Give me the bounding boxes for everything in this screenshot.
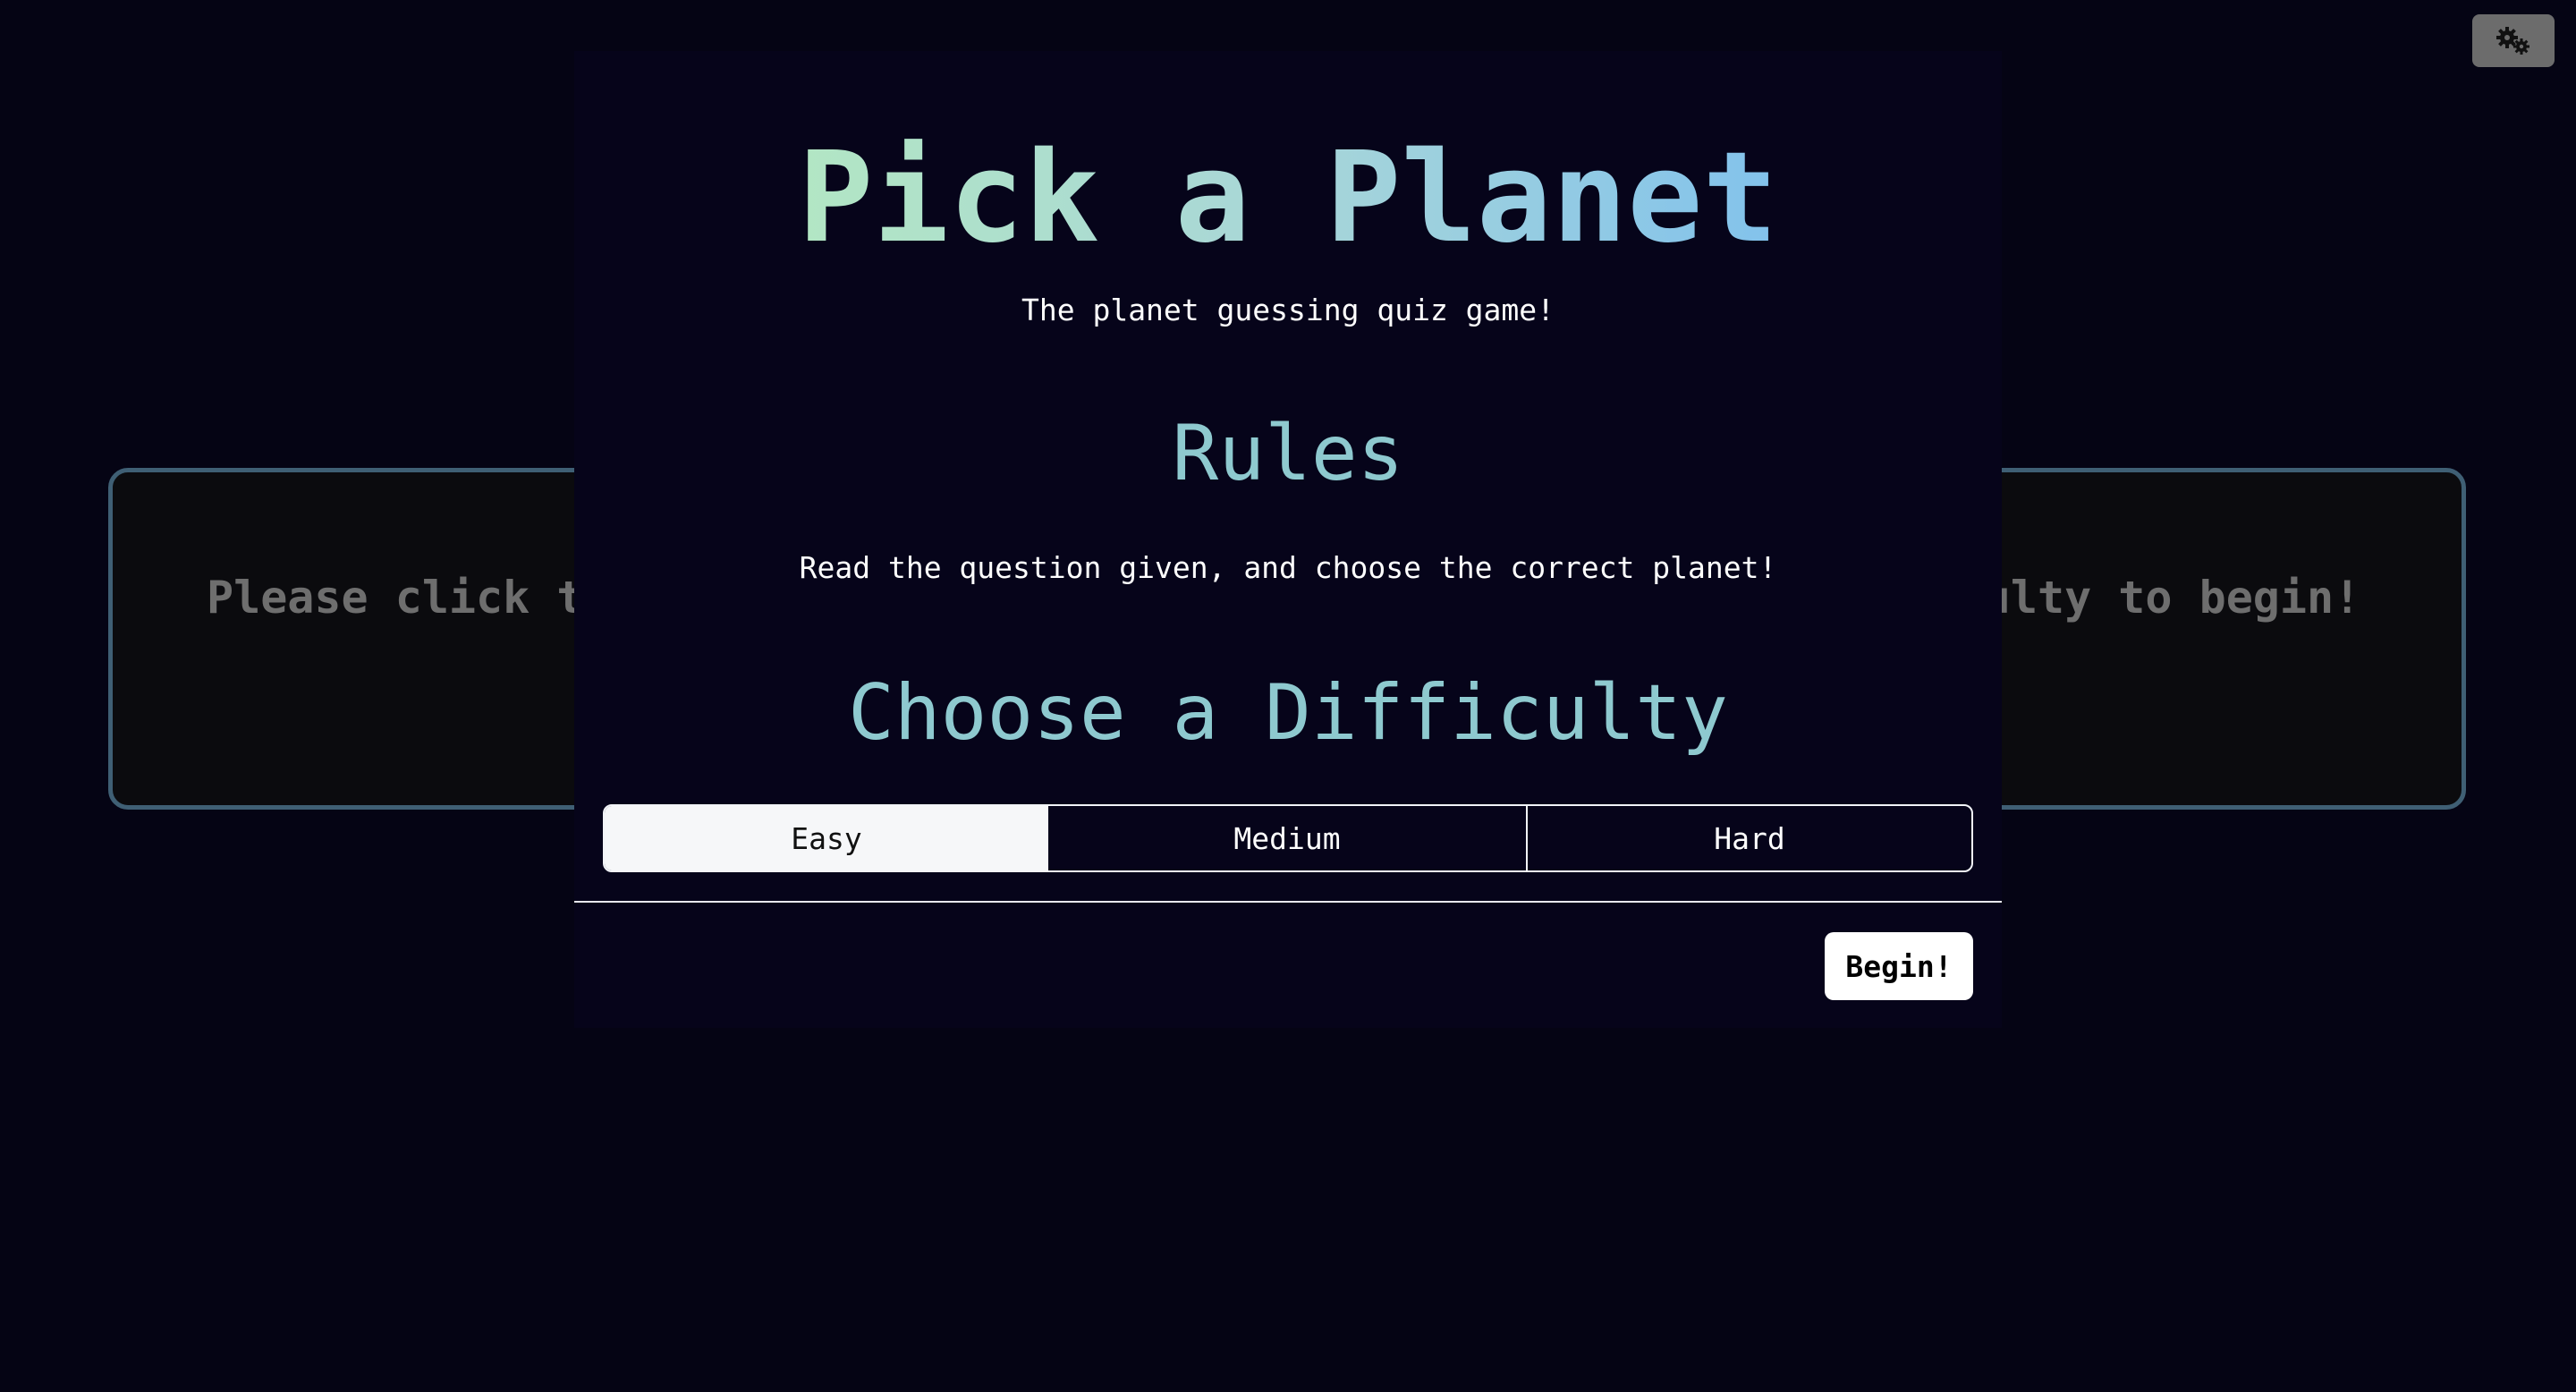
settings-button[interactable] <box>2472 14 2555 67</box>
rules-text: Read the question given, and choose the … <box>799 550 1777 585</box>
difficulty-easy-button[interactable]: Easy <box>605 806 1048 870</box>
difficulty-selector: Easy Medium Hard <box>603 804 1973 872</box>
begin-button[interactable]: Begin! <box>1825 932 1973 1000</box>
difficulty-hard-button[interactable]: Hard <box>1528 806 1971 870</box>
start-modal: Pick a Planet The planet guessing quiz g… <box>574 51 2002 1028</box>
difficulty-heading: Choose a Difficulty <box>848 668 1728 758</box>
game-subtitle: The planet guessing quiz game! <box>1021 293 1555 327</box>
rules-heading: Rules <box>1172 409 1404 498</box>
app-root: Please click the button in the top-right… <box>0 0 2576 1392</box>
game-title: Pick a Planet <box>798 125 1778 271</box>
gears-icon <box>2496 26 2529 55</box>
modal-footer-divider <box>574 901 2002 903</box>
difficulty-medium-button[interactable]: Medium <box>1048 806 1528 870</box>
